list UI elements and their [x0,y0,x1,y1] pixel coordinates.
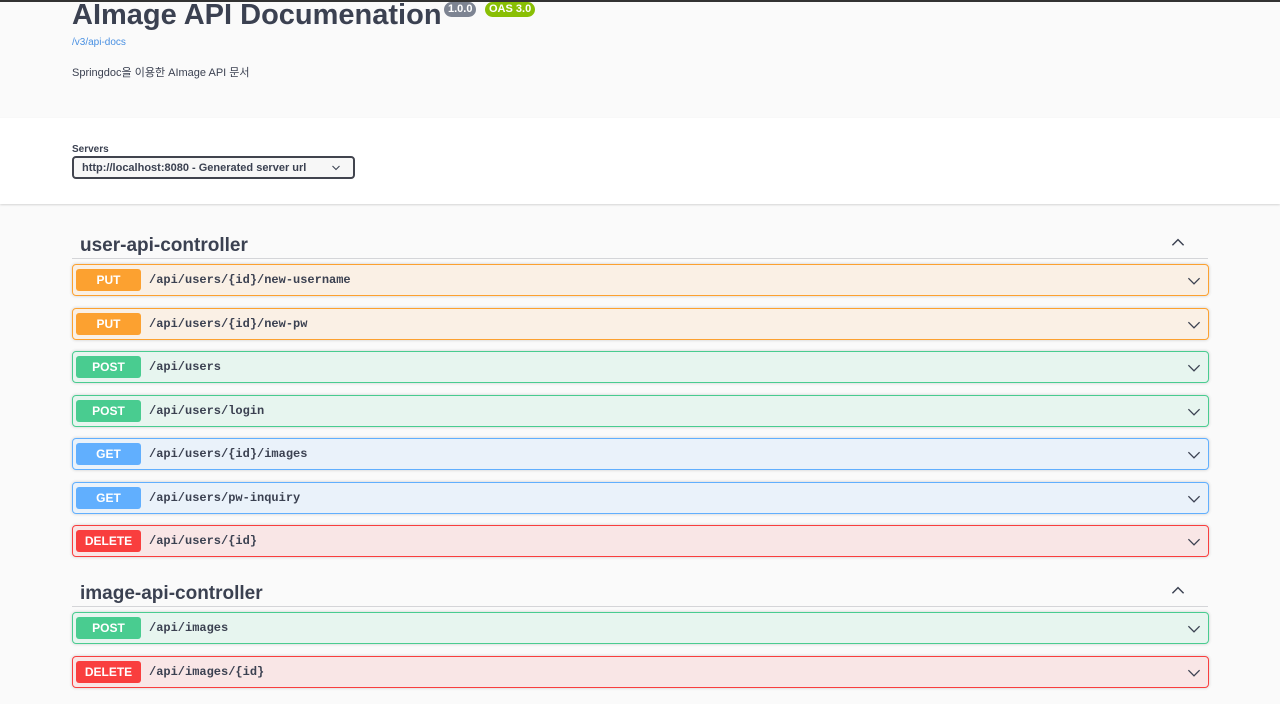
chevron-down-icon[interactable] [1187,622,1201,636]
operation-path[interactable]: /api/users/login [149,404,264,418]
operation-put-block[interactable]: PUT/api/users/{id}/new-pw [72,308,1209,340]
chevron-down-icon[interactable] [1187,318,1201,332]
operation-path[interactable]: /api/images [149,621,228,635]
page-title: AImage API Documenation [72,0,442,31]
operation-path[interactable]: /api/users/{id}/new-username [149,273,351,287]
spec-link[interactable]: /v3/api-docs [72,37,126,48]
operation-post-block[interactable]: POST/api/images [72,612,1209,644]
server-select-value: http://localhost:8080 - Generated server… [82,161,307,174]
operation-path[interactable]: /api/users/{id} [149,534,257,548]
http-method-badge: GET [76,443,141,465]
http-method-badge: DELETE [76,661,141,683]
oas-badge: OAS 3.0 [485,2,536,17]
api-description: Springdoc을 이용한 AImage API 문서 [72,67,250,79]
http-method-badge: GET [76,487,141,509]
chevron-up-icon[interactable] [1170,582,1186,598]
chevron-down-icon[interactable] [1187,405,1201,419]
operation-path[interactable]: /api/users/pw-inquiry [149,491,300,505]
operation-get-block[interactable]: GET/api/users/{id}/images [72,438,1209,470]
chevron-down-icon [332,165,340,171]
http-method-badge: POST [76,400,141,422]
tag-name: image-api-controller [80,583,263,604]
operation-path[interactable]: /api/users [149,360,221,374]
operation-delete-block[interactable]: DELETE/api/images/{id} [72,656,1209,688]
http-method-badge: PUT [76,313,141,335]
servers-label: Servers [72,144,109,155]
operation-path[interactable]: /api/images/{id} [149,665,264,679]
operation-get-block[interactable]: GET/api/users/pw-inquiry [72,482,1209,514]
chevron-down-icon[interactable] [1187,666,1201,680]
http-method-badge: POST [76,356,141,378]
http-method-badge: POST [76,617,141,639]
chevron-down-icon[interactable] [1187,274,1201,288]
tag-name: user-api-controller [80,235,248,256]
info-section: AImage API Documenation 1.0.0 OAS 3.0 /v… [0,0,1280,118]
operation-post-block[interactable]: POST/api/users [72,351,1209,383]
operation-put-block[interactable]: PUT/api/users/{id}/new-username [72,264,1209,296]
http-method-badge: DELETE [76,530,141,552]
tag-header-user-api-controller[interactable]: user-api-controller [72,222,1208,259]
http-method-badge: PUT [76,269,141,291]
version-badge: 1.0.0 [444,2,477,17]
chevron-down-icon[interactable] [1187,448,1201,462]
tag-header-image-api-controller[interactable]: image-api-controller [72,570,1208,607]
operation-path[interactable]: /api/users/{id}/images [149,447,307,461]
chevron-down-icon[interactable] [1187,361,1201,375]
operation-delete-block[interactable]: DELETE/api/users/{id} [72,525,1209,557]
operation-path[interactable]: /api/users/{id}/new-pw [149,317,307,331]
operation-post-block[interactable]: POST/api/users/login [72,395,1209,427]
chevron-up-icon[interactable] [1170,234,1186,250]
servers-section: Servers http://localhost:8080 - Generate… [0,118,1280,204]
server-select[interactable]: http://localhost:8080 - Generated server… [72,156,355,179]
chevron-down-icon[interactable] [1187,492,1201,506]
chevron-down-icon[interactable] [1187,535,1201,549]
